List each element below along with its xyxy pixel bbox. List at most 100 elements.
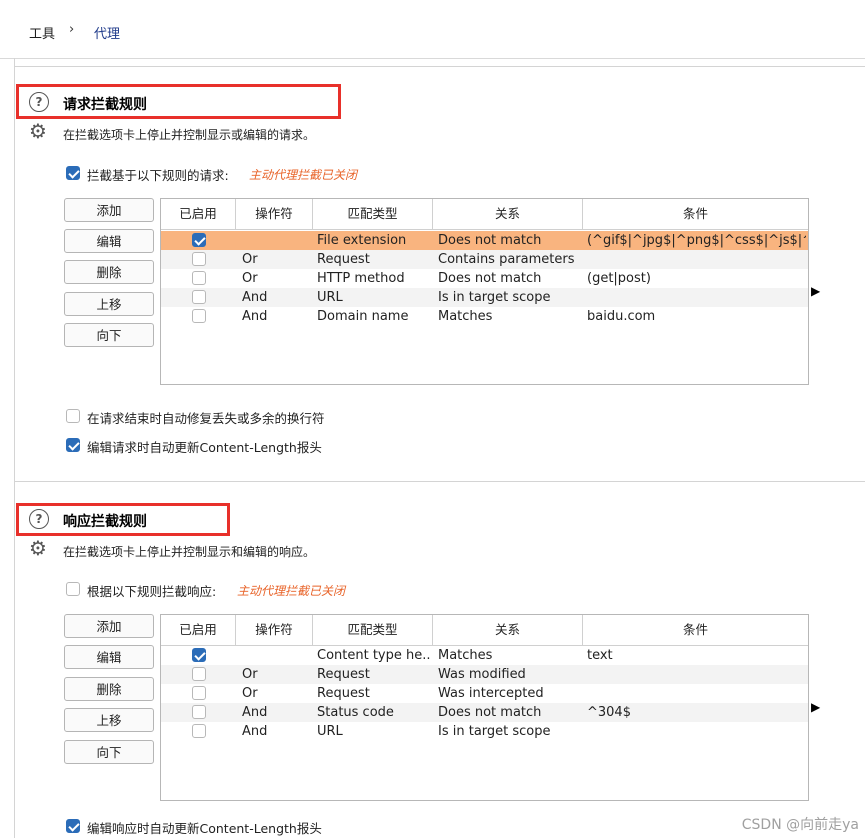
gear-icon[interactable]: ⚙ bbox=[29, 121, 47, 141]
rule-condition: baidu.com bbox=[587, 309, 656, 324]
column-header-condition[interactable]: 条件 bbox=[583, 199, 808, 229]
rule-relationship: Is in target scope bbox=[438, 290, 551, 305]
rule-enabled-checkbox[interactable] bbox=[192, 724, 206, 738]
intercept-requests-checkbox[interactable] bbox=[66, 166, 80, 180]
rule-operator: And bbox=[242, 724, 268, 739]
response-remove-button[interactable]: 删除 bbox=[64, 677, 154, 701]
rule-match-type: Request bbox=[317, 667, 370, 682]
request-remove-button[interactable]: 删除 bbox=[64, 260, 154, 284]
table-row[interactable]: Or Request Was modified bbox=[161, 665, 808, 684]
request-rules-table: 已启用 操作符 匹配类型 关系 条件 File extension Does n… bbox=[160, 198, 809, 385]
column-header-enabled[interactable]: 已启用 bbox=[161, 615, 236, 645]
column-header-match-type[interactable]: 匹配类型 bbox=[313, 615, 433, 645]
watermark: CSDN @向前走ya bbox=[741, 817, 859, 833]
table-row[interactable]: And Status code Does not match ^304$ bbox=[161, 703, 808, 722]
table-row[interactable]: Or HTTP method Does not match (get|post) bbox=[161, 269, 808, 288]
request-section-description: 在拦截选项卡上停止并控制显示或编辑的请求。 bbox=[63, 128, 316, 142]
intercept-requests-label: 拦截基于以下规则的请求: bbox=[87, 168, 229, 183]
rule-relationship: Contains parameters bbox=[438, 252, 575, 267]
table-row[interactable]: Or Request Was intercepted bbox=[161, 684, 808, 703]
rule-enabled-checkbox[interactable] bbox=[192, 290, 206, 304]
rule-match-type: Request bbox=[317, 252, 370, 267]
left-border bbox=[14, 58, 15, 838]
table-row[interactable]: Content type he... Matches text bbox=[161, 646, 808, 665]
rule-condition bbox=[587, 684, 806, 703]
rule-operator: Or bbox=[242, 252, 258, 267]
rule-match-type: HTTP method bbox=[317, 271, 405, 286]
column-header-match-type[interactable]: 匹配类型 bbox=[313, 199, 433, 229]
section-divider bbox=[14, 481, 865, 482]
breadcrumb: 工具 › 代理 bbox=[0, 0, 865, 59]
fix-newlines-checkbox[interactable] bbox=[66, 409, 80, 423]
table-row[interactable]: File extension Does not match (^gif$|^jp… bbox=[161, 231, 808, 250]
rule-enabled-checkbox[interactable] bbox=[192, 271, 206, 285]
rule-relationship: Does not match bbox=[438, 271, 542, 286]
rule-match-type: Domain name bbox=[317, 309, 409, 324]
gear-icon[interactable]: ⚙ bbox=[29, 538, 47, 558]
fix-newlines-label: 在请求结束时自动修复丢失或多余的换行符 bbox=[87, 411, 325, 426]
rule-match-type: Content type he... bbox=[317, 648, 431, 663]
request-move-down-button[interactable]: 向下 bbox=[64, 323, 154, 347]
column-header-operator[interactable]: 操作符 bbox=[236, 615, 313, 645]
rule-match-type: URL bbox=[317, 724, 343, 739]
triangle-right-icon[interactable]: ▶ bbox=[811, 700, 820, 714]
rule-condition bbox=[587, 665, 806, 684]
breadcrumb-tools[interactable]: 工具 bbox=[29, 23, 55, 42]
rule-enabled-checkbox[interactable] bbox=[192, 233, 206, 247]
rule-relationship: Matches bbox=[438, 309, 493, 324]
response-edit-button[interactable]: 编辑 bbox=[64, 645, 154, 669]
request-table-header: 已启用 操作符 匹配类型 关系 条件 bbox=[161, 199, 808, 230]
rule-enabled-checkbox[interactable] bbox=[192, 648, 206, 662]
response-intercept-status: 主动代理拦截已关闭 bbox=[237, 584, 346, 598]
breadcrumb-separator: › bbox=[69, 22, 75, 37]
request-move-up-button[interactable]: 上移 bbox=[64, 292, 154, 316]
table-row[interactable]: And Domain name Matches baidu.com bbox=[161, 307, 808, 326]
response-move-down-button[interactable]: 向下 bbox=[64, 740, 154, 764]
update-response-length-checkbox[interactable] bbox=[66, 819, 80, 833]
response-table-header: 已启用 操作符 匹配类型 关系 条件 bbox=[161, 615, 808, 646]
response-rules-table: 已启用 操作符 匹配类型 关系 条件 Content type he... Ma… bbox=[160, 614, 809, 801]
rule-enabled-checkbox[interactable] bbox=[192, 686, 206, 700]
response-move-up-button[interactable]: 上移 bbox=[64, 708, 154, 732]
rule-match-type: File extension bbox=[317, 233, 407, 248]
rule-operator: And bbox=[242, 290, 268, 305]
request-section-title: 请求拦截规则 bbox=[63, 97, 147, 113]
rule-enabled-checkbox[interactable] bbox=[192, 667, 206, 681]
update-request-length-checkbox[interactable] bbox=[66, 438, 80, 452]
response-add-button[interactable]: 添加 bbox=[64, 614, 154, 638]
rule-condition: ^304$ bbox=[587, 705, 631, 720]
rule-enabled-checkbox[interactable] bbox=[192, 309, 206, 323]
rule-relationship: Matches bbox=[438, 648, 493, 663]
intercept-responses-checkbox[interactable] bbox=[66, 582, 80, 596]
triangle-right-icon[interactable]: ▶ bbox=[811, 284, 820, 298]
request-edit-button[interactable]: 编辑 bbox=[64, 229, 154, 253]
rule-relationship: Is in target scope bbox=[438, 724, 551, 739]
column-header-relationship[interactable]: 关系 bbox=[433, 199, 583, 229]
request-intercept-status: 主动代理拦截已关闭 bbox=[249, 168, 358, 182]
update-response-length-label: 编辑响应时自动更新Content-Length报头 bbox=[87, 821, 322, 836]
rule-condition: text bbox=[587, 648, 613, 663]
response-section-title: 响应拦截规则 bbox=[63, 514, 147, 530]
rule-enabled-checkbox[interactable] bbox=[192, 252, 206, 266]
rule-enabled-checkbox[interactable] bbox=[192, 705, 206, 719]
table-row[interactable]: Or Request Contains parameters bbox=[161, 250, 808, 269]
column-header-relationship[interactable]: 关系 bbox=[433, 615, 583, 645]
rule-match-type: Status code bbox=[317, 705, 394, 720]
column-header-enabled[interactable]: 已启用 bbox=[161, 199, 236, 229]
rule-condition: (get|post) bbox=[587, 271, 651, 286]
table-row[interactable]: And URL Is in target scope bbox=[161, 722, 808, 741]
intercept-responses-label: 根据以下规则拦截响应: bbox=[87, 584, 217, 599]
column-header-condition[interactable]: 条件 bbox=[583, 615, 808, 645]
breadcrumb-proxy[interactable]: 代理 bbox=[94, 23, 120, 42]
table-row[interactable]: And URL Is in target scope bbox=[161, 288, 808, 307]
request-add-button[interactable]: 添加 bbox=[64, 198, 154, 222]
rule-operator: And bbox=[242, 309, 268, 324]
help-circle-icon[interactable]: ? bbox=[29, 92, 49, 112]
rule-condition bbox=[587, 250, 806, 269]
help-circle-icon[interactable]: ? bbox=[29, 509, 49, 529]
rule-condition: (^gif$|^jpg$|^png$|^css$|^js$|^... bbox=[587, 233, 806, 248]
rule-relationship: Was modified bbox=[438, 667, 526, 682]
column-header-operator[interactable]: 操作符 bbox=[236, 199, 313, 229]
response-section-description: 在拦截选项卡上停止并控制显示和编辑的响应。 bbox=[63, 545, 316, 559]
rule-match-type: URL bbox=[317, 290, 343, 305]
